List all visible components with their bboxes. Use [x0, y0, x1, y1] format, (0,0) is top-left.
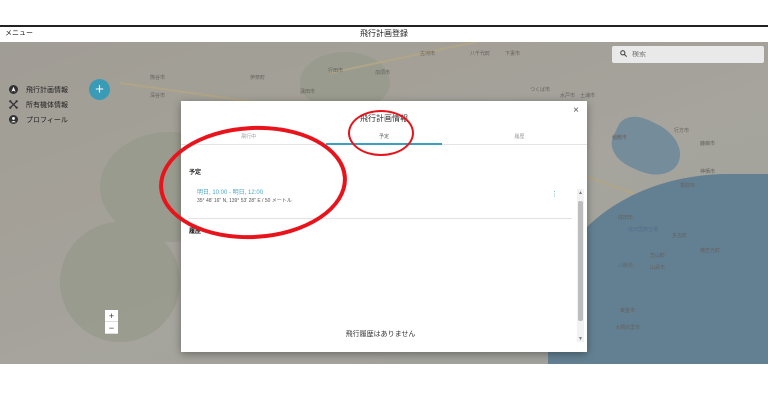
- sidebar-item-label: プロフィール: [26, 116, 68, 124]
- scroll-down-icon[interactable]: ▼: [578, 336, 583, 342]
- search-icon: [620, 50, 628, 59]
- sidebar-item-flight-plans[interactable]: 飛行計画情報: [0, 82, 90, 97]
- sidebar-item-profile[interactable]: プロフィール: [0, 112, 90, 127]
- add-flight-plan-button[interactable]: +: [89, 79, 110, 100]
- search-input[interactable]: [632, 51, 752, 58]
- sidebar-item-label: 所有機体情報: [26, 101, 68, 109]
- scroll-up-icon[interactable]: ▲: [578, 190, 583, 196]
- search-box[interactable]: [612, 46, 764, 63]
- tab-history[interactable]: 履歴: [452, 127, 587, 144]
- top-app-bar: メニュー 飛行計画登録: [0, 25, 768, 42]
- navigation-icon: [9, 85, 18, 94]
- sidebar-item-label: 飛行計画情報: [26, 86, 68, 94]
- zoom-in-button[interactable]: +: [105, 310, 118, 322]
- more-vert-icon[interactable]: ⋮: [551, 190, 558, 198]
- sidebar: 飛行計画情報 所有機体情報 プロフィール: [0, 82, 90, 127]
- dialog-scrollbar[interactable]: ▲ ▼: [577, 189, 584, 342]
- annotation-circle-tab: [348, 110, 414, 156]
- drone-icon: [9, 100, 18, 109]
- app-area: 古河市 八千代町 下妻市 加須市 行田市 伊奈町 蓮田市 熊谷市 深谷市 つくば…: [0, 42, 768, 364]
- page-title: 飛行計画登録: [360, 29, 408, 38]
- empty-history-message: 飛行履歴はありません: [345, 331, 416, 338]
- scrollbar-thumb[interactable]: [578, 201, 583, 321]
- map-zoom-controls: + −: [105, 310, 118, 334]
- zoom-out-button[interactable]: −: [105, 322, 118, 334]
- sidebar-item-aircraft[interactable]: 所有機体情報: [0, 97, 90, 112]
- account-icon: [9, 115, 18, 124]
